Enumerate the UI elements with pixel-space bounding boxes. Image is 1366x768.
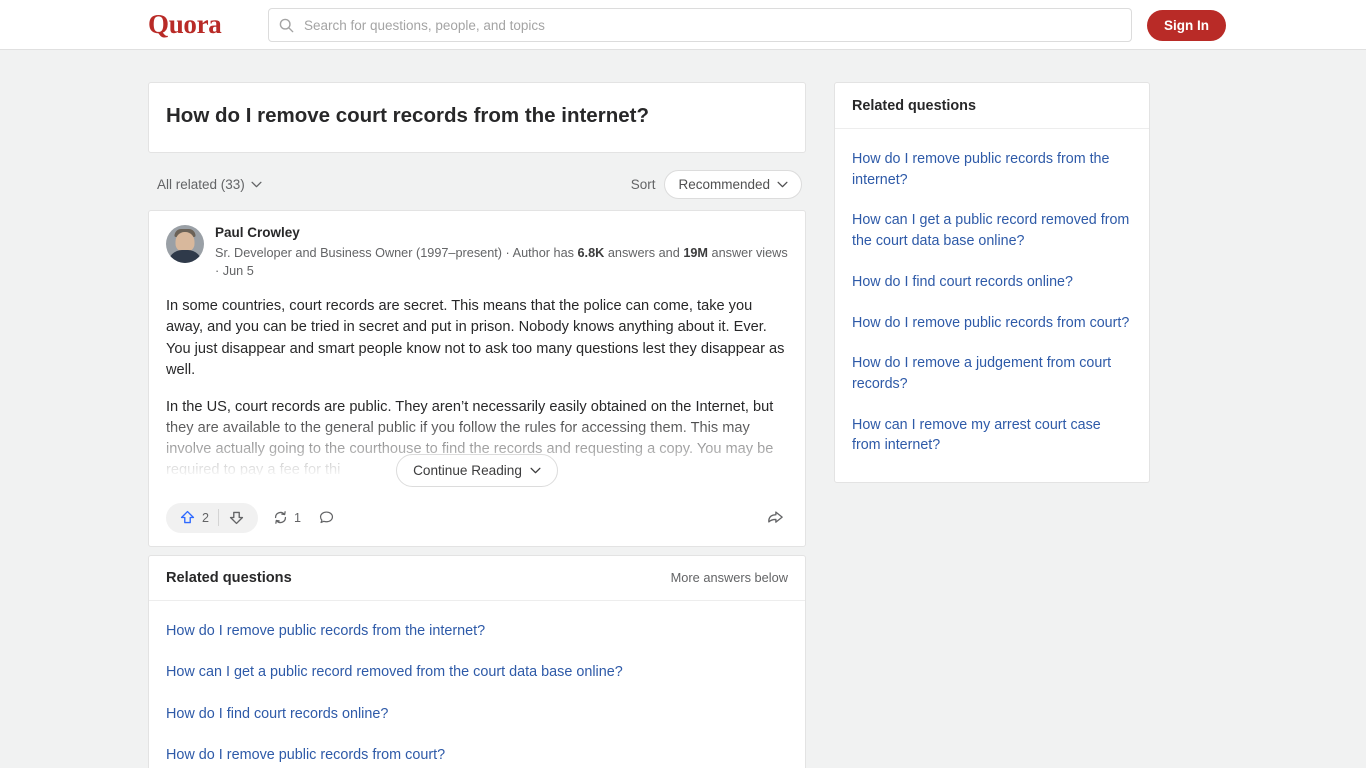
- all-related-label: All related (33): [157, 176, 245, 192]
- avatar[interactable]: [166, 224, 204, 263]
- sidebar-related-question-link[interactable]: How can I remove my arrest court case fr…: [852, 405, 1132, 466]
- views-count: 19M: [683, 245, 708, 260]
- sort-group: Sort Recommended: [630, 169, 802, 199]
- avatar-body: [168, 249, 202, 263]
- related-question-link[interactable]: How do I remove public records from cour…: [166, 735, 788, 768]
- search-input[interactable]: [302, 16, 1121, 34]
- sort-label: Sort: [630, 176, 656, 192]
- related-questions-header: Related questions More answers below: [149, 556, 805, 601]
- filter-sort-row: All related (33) Sort Recommended: [148, 161, 806, 210]
- sidebar-related-question-link[interactable]: How do I remove a judgement from court r…: [852, 343, 1132, 404]
- repost-icon: [274, 511, 287, 525]
- related-questions-list: How do I remove public records from the …: [149, 601, 805, 768]
- quora-logo[interactable]: Quora: [148, 9, 222, 40]
- search-bar[interactable]: [268, 8, 1132, 42]
- sort-value: Recommended: [678, 176, 770, 192]
- answer-card: Paul Crowley Sr. Developer and Business …: [148, 209, 806, 547]
- credential-prefix: Sr. Developer and Business Owner (1997–p…: [215, 245, 578, 260]
- more-answers-below-label: More answers below: [670, 570, 788, 586]
- share-icon: [768, 511, 783, 524]
- related-question-link[interactable]: How can I get a public record removed fr…: [166, 652, 788, 693]
- sidebar-title: Related questions: [835, 83, 1149, 129]
- related-questions-title: Related questions: [166, 569, 292, 586]
- chevron-down-icon: [777, 181, 788, 187]
- site-header: Quora Sign In: [0, 0, 1366, 50]
- continue-reading-label: Continue Reading: [413, 462, 522, 478]
- chevron-down-icon: [530, 467, 541, 474]
- repost-count: 1: [294, 510, 302, 525]
- comment-button[interactable]: [315, 506, 338, 529]
- related-question-link[interactable]: How do I remove public records from the …: [166, 611, 788, 652]
- answer-body: Paul Crowley Sr. Developer and Business …: [149, 211, 805, 487]
- answer-paragraph-1: In some countries, court records are sec…: [166, 298, 785, 378]
- answer-actions-left: 2 1: [166, 502, 338, 533]
- avatar-face: [175, 231, 195, 252]
- all-related-dropdown[interactable]: All related (33): [157, 177, 262, 192]
- answer-action-bar: 2 1: [149, 489, 805, 546]
- credential-middle: answers and: [604, 245, 684, 260]
- sidebar: Related questions How do I remove public…: [834, 82, 1150, 491]
- upvote-icon: [180, 511, 195, 524]
- chevron-down-icon: [251, 181, 262, 187]
- upvote-count: 2: [202, 510, 210, 525]
- sidebar-related-questions-card: Related questions How do I remove public…: [834, 82, 1150, 484]
- sidebar-related-question-link[interactable]: How do I find court records online?: [852, 262, 1132, 303]
- sidebar-related-question-link[interactable]: How do I remove public records from the …: [852, 139, 1132, 200]
- share-button[interactable]: [763, 505, 788, 530]
- page-body: How do I remove court records from the i…: [0, 50, 1366, 768]
- vote-pill: 2: [166, 502, 259, 533]
- upvote-button[interactable]: 2: [170, 503, 218, 533]
- answer-date: Jun 5: [222, 263, 254, 278]
- comment-icon: [319, 511, 334, 524]
- related-question-link[interactable]: How do I find court records online?: [166, 694, 788, 735]
- search-icon: [279, 18, 294, 32]
- downvote-icon: [229, 512, 244, 525]
- repost-button[interactable]: 1: [269, 506, 304, 529]
- sidebar-related-question-link[interactable]: How do I remove public records from cour…: [852, 303, 1132, 344]
- continue-reading-button[interactable]: Continue Reading: [396, 453, 558, 487]
- answers-count: 6.8K: [577, 245, 605, 260]
- sidebar-links-list: How do I remove public records from the …: [835, 129, 1149, 482]
- related-questions-card: Related questions More answers below How…: [148, 554, 806, 768]
- author-credential: Sr. Developer and Business Owner (1997–p…: [215, 244, 788, 281]
- sort-dropdown[interactable]: Recommended: [664, 169, 802, 199]
- author-info: Paul Crowley Sr. Developer and Business …: [215, 225, 788, 281]
- author-name[interactable]: Paul Crowley: [215, 225, 788, 242]
- main-column: How do I remove court records from the i…: [148, 82, 806, 768]
- question-card: How do I remove court records from the i…: [148, 82, 806, 153]
- sidebar-related-question-link[interactable]: How can I get a public record removed fr…: [852, 200, 1132, 261]
- sign-in-button[interactable]: Sign In: [1147, 10, 1226, 41]
- page-title: How do I remove court records from the i…: [166, 104, 649, 127]
- downvote-button[interactable]: [219, 503, 254, 533]
- author-row: Paul Crowley Sr. Developer and Business …: [166, 224, 788, 281]
